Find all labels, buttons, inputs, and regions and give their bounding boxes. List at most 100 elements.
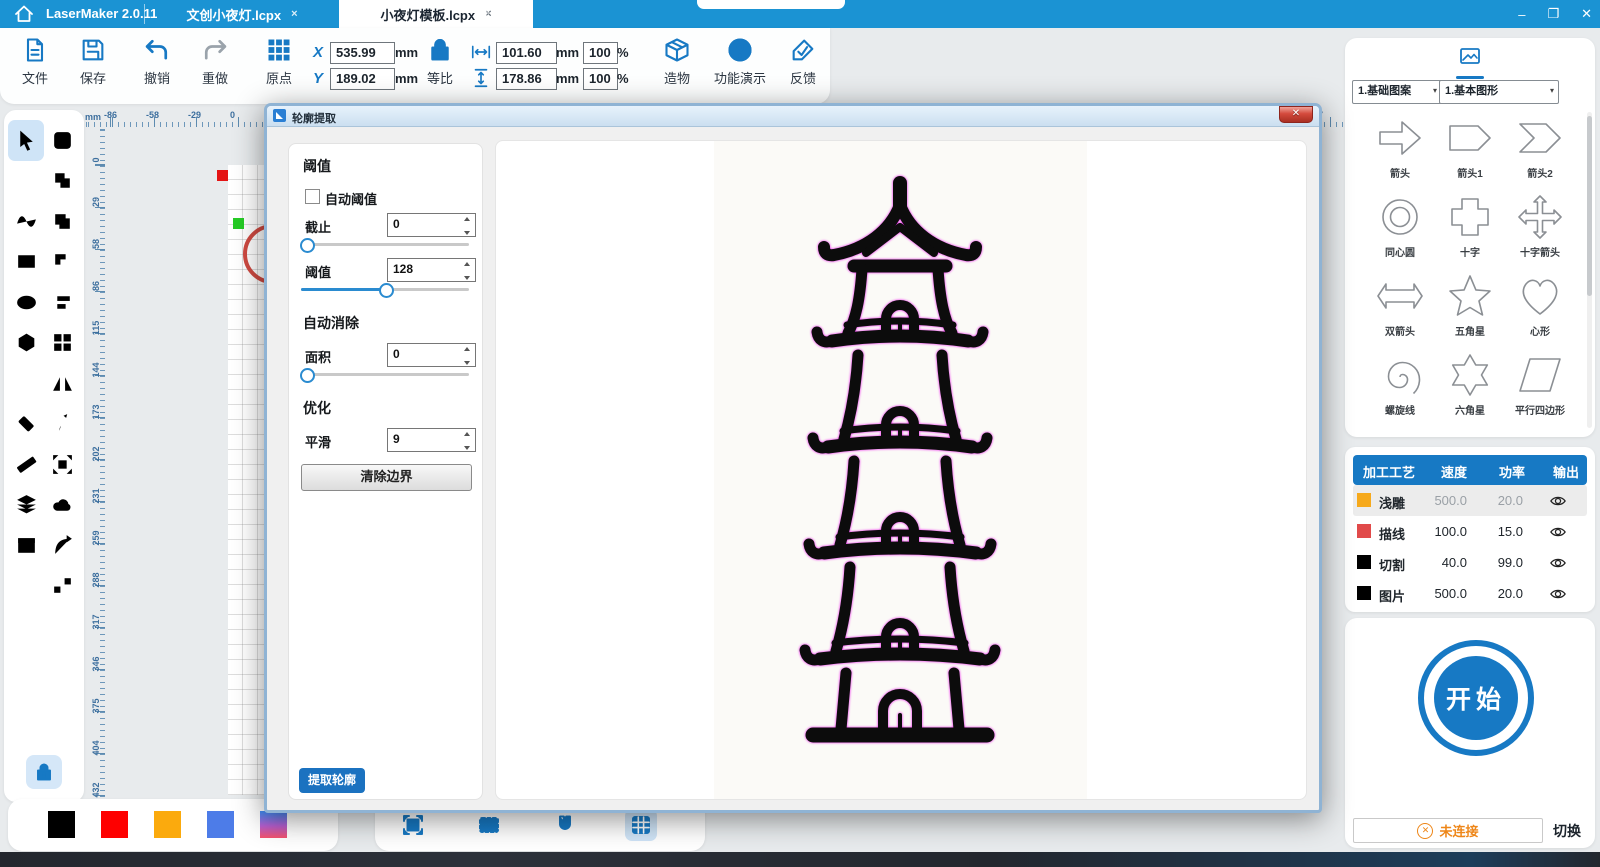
speed-value[interactable]: 100.0 [1415,524,1467,539]
proportional-lock-button[interactable]: 等比 [411,36,469,87]
scrollbar[interactable] [1587,112,1592,428]
tool-button[interactable] [44,444,80,485]
document-tab[interactable]: 文创小夜灯.lcpx × [145,0,339,28]
bottom-tool-button[interactable] [397,809,429,841]
undo-button[interactable]: 撤销 [128,36,186,87]
tool-button[interactable] [8,242,44,283]
tool-button[interactable] [44,282,80,323]
shape-item[interactable]: 十字箭头 [1505,189,1575,268]
tool-button[interactable] [44,566,80,607]
shape-item[interactable]: 六角星 [1435,347,1505,426]
shape-library-tab[interactable] [1454,46,1486,79]
process-row[interactable]: 浅雕 500.0 20.0 [1353,485,1587,516]
speed-value[interactable]: 500.0 [1415,586,1467,601]
layer-color-swatch[interactable] [1357,586,1371,600]
tool-button[interactable] [44,120,80,161]
layer-color-swatch[interactable] [1357,524,1371,538]
process-row[interactable]: 描线 100.0 15.0 [1353,516,1587,547]
spinner-arrows[interactable] [461,430,473,452]
shape-item[interactable]: 双箭头 [1365,268,1435,347]
area-slider[interactable] [301,368,469,380]
extract-contour-button[interactable]: 提取轮廓 [299,768,365,793]
tool-button[interactable] [8,120,44,161]
shape-item[interactable]: 同心圆 [1365,189,1435,268]
slider-thumb[interactable] [379,283,394,298]
shape-item[interactable]: 螺旋线 [1365,347,1435,426]
shape-item[interactable]: 平行四边形 [1505,347,1575,426]
speed-value[interactable]: 500.0 [1415,493,1467,508]
height-field[interactable]: 178.86 [496,68,557,90]
eye-icon[interactable] [1549,492,1567,510]
create-button[interactable]: 造物 [648,36,706,87]
tool-button[interactable] [8,323,44,364]
start-button[interactable]: 开始 [1418,640,1534,756]
selection-handle-red[interactable] [217,170,228,181]
power-value[interactable]: 20.0 [1477,493,1523,508]
eye-icon[interactable] [1549,554,1567,572]
power-value[interactable]: 20.0 [1477,586,1523,601]
spinner-arrows[interactable] [461,345,473,367]
power-value[interactable]: 99.0 [1477,555,1523,570]
shape-item[interactable]: 心形 [1505,268,1575,347]
cutoff-spinner[interactable]: 0 [387,213,476,237]
auto-threshold-checkbox[interactable] [305,189,320,204]
tool-button[interactable] [8,201,44,242]
category-dropdown-right[interactable]: 1.基本图形 ▾ [1439,80,1559,104]
height-scale-field[interactable]: 100 [583,68,618,90]
tool-button[interactable] [44,404,80,445]
category-dropdown-left[interactable]: 1.基础图案 ▾ [1352,80,1442,104]
bottom-tool-button[interactable] [625,809,657,841]
switch-button[interactable]: 切换 [1553,821,1581,841]
color-swatch[interactable] [207,811,234,838]
tool-button[interactable] [8,444,44,485]
power-value[interactable]: 15.0 [1477,524,1523,539]
width-scale-field[interactable]: 100 [583,42,618,64]
tool-button[interactable] [44,242,80,283]
area-spinner[interactable]: 0 [387,343,476,367]
tool-button[interactable] [8,485,44,526]
layer-color-swatch[interactable] [1357,493,1371,507]
color-swatch[interactable] [260,811,287,838]
tool-button[interactable] [8,282,44,323]
selection-handle-green[interactable] [233,218,244,229]
feedback-button[interactable]: 反馈 [774,36,832,87]
clear-border-button[interactable]: 清除边界 [301,464,472,491]
slider-thumb[interactable] [300,368,315,383]
save-button[interactable]: 保存 [64,36,122,87]
tool-button[interactable] [44,525,80,566]
color-swatch[interactable] [154,811,181,838]
tool-button[interactable] [8,363,44,404]
origin-button[interactable]: 原点 [250,36,308,87]
maximize-button[interactable]: ❐ [1547,6,1559,22]
x-position-field[interactable]: 535.99 [330,42,395,64]
tool-button[interactable] [8,404,44,445]
shape-item[interactable]: 箭头1 [1435,110,1505,189]
shape-item[interactable]: 十字 [1435,189,1505,268]
tool-button[interactable] [44,363,80,404]
slider-thumb[interactable] [300,238,315,253]
close-button[interactable]: ✕ [1581,6,1592,22]
smooth-spinner[interactable]: 9 [387,428,476,452]
bottom-tool-button[interactable] [473,809,505,841]
preview-image[interactable] [714,141,1087,799]
tab-close-icon[interactable]: × [291,8,297,20]
threshold-spinner[interactable]: 128 [387,258,476,282]
minimize-button[interactable]: – [1518,7,1525,22]
file-button[interactable]: 文件 [6,36,64,87]
home-icon[interactable] [12,2,36,26]
tool-button[interactable] [8,161,44,202]
speed-value[interactable]: 40.0 [1415,555,1467,570]
scrollbar-thumb[interactable] [1587,116,1592,296]
connection-status[interactable]: ✕ 未连接 [1353,818,1543,843]
bottom-tool-button[interactable] [549,809,581,841]
dialog-close-button[interactable]: ✕ [1279,106,1313,123]
document-tab[interactable]: 小夜灯模板.lcpx × [339,0,533,28]
dialog-titlebar[interactable]: 轮廓提取 ✕ [267,106,1319,127]
process-row[interactable]: 图片 500.0 20.0 [1353,578,1587,609]
tool-button[interactable] [8,525,44,566]
tool-button[interactable] [44,485,80,526]
width-field[interactable]: 101.60 [496,42,557,64]
color-swatch[interactable] [48,811,75,838]
eye-icon[interactable] [1549,523,1567,541]
cutoff-slider[interactable] [301,238,469,250]
